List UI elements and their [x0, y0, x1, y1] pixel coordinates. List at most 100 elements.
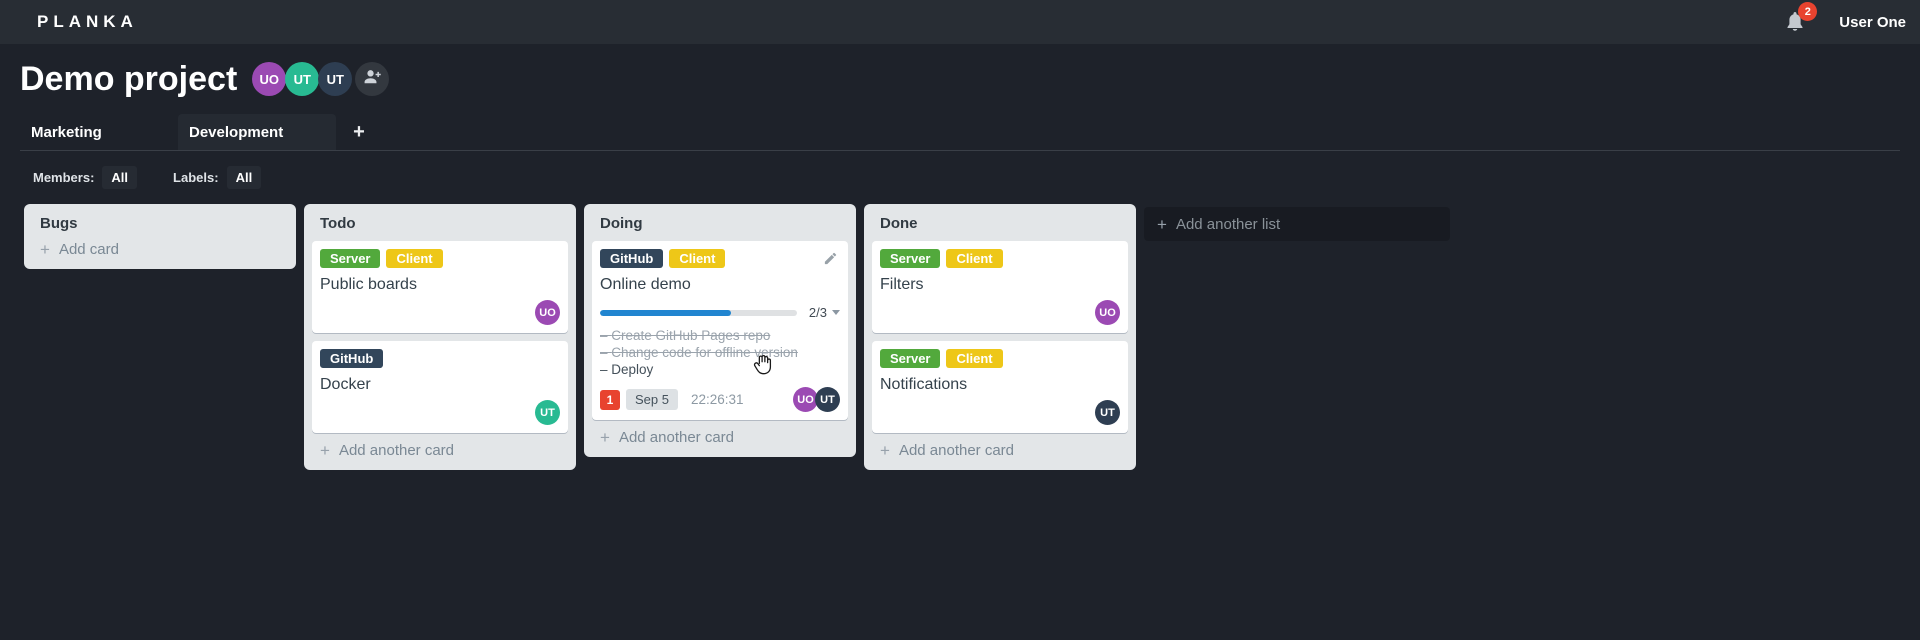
- list-todo: Todo Server Client Public boards UO GitH…: [304, 204, 576, 470]
- plus-icon: +: [40, 240, 50, 259]
- add-card-label: Add another card: [898, 442, 1015, 459]
- card-notification-badge: 1: [600, 389, 620, 410]
- card-footer: 1 Sep 5 22:26:31 UO UT: [600, 387, 840, 412]
- card-labels: Server Client: [880, 249, 1120, 268]
- label-chip: Server: [880, 349, 941, 368]
- labels-filter-label: Labels:: [173, 170, 219, 185]
- add-card-label: Add card: [58, 241, 119, 258]
- card-title: Docker: [320, 376, 371, 393]
- plus-icon: +: [600, 428, 610, 447]
- list-name[interactable]: Done: [872, 212, 1128, 232]
- card-member-avatar[interactable]: UT: [1095, 400, 1120, 425]
- timer-value[interactable]: 22:26:31: [691, 392, 744, 407]
- add-member-button[interactable]: [355, 62, 390, 96]
- card-docker[interactable]: GitHub Docker UT: [312, 341, 568, 433]
- project-member-avatar[interactable]: UT: [285, 62, 320, 96]
- card-member-avatar[interactable]: UO: [535, 300, 560, 325]
- progress-bar: [600, 309, 797, 316]
- label-chip: Server: [880, 249, 941, 268]
- card-public-boards[interactable]: Server Client Public boards UO: [312, 241, 568, 333]
- tab-marketing[interactable]: Marketing: [20, 114, 178, 150]
- card-filters[interactable]: Server Client Filters UO: [872, 241, 1128, 333]
- members-filter-value[interactable]: All: [102, 166, 138, 189]
- label-chip: Client: [386, 249, 443, 268]
- card-notifications[interactable]: Server Client Notifications UT: [872, 341, 1128, 433]
- card-members: UT: [880, 400, 1120, 425]
- list-name[interactable]: Doing: [592, 212, 848, 232]
- add-card-button[interactable]: + Add another card: [872, 433, 1128, 462]
- task-item: Deploy: [600, 361, 840, 378]
- list-doing: Doing GitHub Client Online demo 2/3 – Cr…: [584, 204, 856, 457]
- add-card-label: Add another card: [618, 429, 735, 446]
- card-title: Filters: [880, 276, 924, 293]
- add-card-button[interactable]: + Add another card: [312, 433, 568, 462]
- chevron-down-icon: [832, 310, 840, 315]
- project-header: Demo project UO UT UT: [0, 44, 1920, 114]
- card-labels: Server Client: [880, 349, 1120, 368]
- bell-icon: [1783, 12, 1807, 38]
- members-filter-label: Members:: [33, 170, 95, 185]
- card-title: Notifications: [880, 376, 968, 393]
- filter-bar: Members: All Labels: All: [33, 166, 262, 189]
- task-counter[interactable]: 2/3: [809, 305, 840, 320]
- label-chip: Client: [946, 349, 1003, 368]
- task-fraction: 2/3: [808, 305, 827, 320]
- card-title: Online demo: [600, 276, 691, 293]
- label-chip: Client: [669, 249, 726, 268]
- project-member-avatar[interactable]: UT: [318, 62, 353, 96]
- task-item: Change code for offline version: [600, 344, 840, 361]
- add-list-button[interactable]: + Add another list: [1144, 207, 1450, 241]
- task-list: Create GitHub Pages repo Change code for…: [600, 327, 840, 378]
- card-labels: Server Client: [320, 249, 560, 268]
- add-card-label: Add another card: [338, 442, 455, 459]
- labels-filter-value[interactable]: All: [226, 166, 262, 189]
- label-chip: Client: [946, 249, 1003, 268]
- top-bar: PLANKA 2 User One: [0, 0, 1920, 44]
- project-members: UO UT UT: [252, 62, 390, 96]
- card-labels: GitHub Client: [600, 249, 840, 268]
- list-done: Done Server Client Filters UO Server Cli…: [864, 204, 1136, 470]
- add-board-button[interactable]: +: [336, 114, 382, 150]
- project-title[interactable]: Demo project: [20, 60, 237, 99]
- card-members: UO: [320, 300, 560, 325]
- notification-count-badge[interactable]: 2: [1798, 2, 1818, 21]
- edit-card-button[interactable]: [823, 251, 838, 271]
- due-date-badge[interactable]: Sep 5: [626, 389, 678, 410]
- card-stack: Server Client Public boards UO GitHub Do…: [312, 241, 568, 433]
- notifications-button[interactable]: 2: [1783, 2, 1818, 34]
- card-member-avatar[interactable]: UT: [815, 387, 840, 412]
- task-item: Create GitHub Pages repo: [600, 327, 840, 344]
- add-list-label: Add another list: [1175, 215, 1281, 233]
- task-progress: 2/3: [600, 305, 840, 320]
- card-member-avatar[interactable]: UT: [535, 400, 560, 425]
- plus-icon: +: [1157, 214, 1167, 234]
- card-online-demo[interactable]: GitHub Client Online demo 2/3 – Create G…: [592, 241, 848, 420]
- person-add-icon: [363, 67, 382, 91]
- plus-icon: +: [320, 441, 330, 460]
- list-name[interactable]: Todo: [312, 212, 568, 232]
- progress-fill: [600, 309, 732, 316]
- kanban-board: Bugs + Add card Todo Server Client Publi…: [24, 204, 1450, 470]
- card-labels: GitHub: [320, 349, 560, 368]
- board-tabs: Marketing Development +: [20, 114, 1900, 151]
- card-members: UO UT: [793, 387, 840, 412]
- user-menu[interactable]: User One: [1839, 14, 1906, 31]
- card-title: Public boards: [320, 276, 417, 293]
- label-chip: GitHub: [320, 349, 384, 368]
- topbar-right: 2 User One: [1783, 2, 1920, 34]
- add-card-button[interactable]: + Add card: [32, 232, 288, 261]
- label-chip: GitHub: [600, 249, 664, 268]
- label-chip: Server: [320, 249, 381, 268]
- app-logo[interactable]: PLANKA: [37, 12, 138, 32]
- card-stack: GitHub Client Online demo 2/3 – Create G…: [592, 241, 848, 420]
- card-member-avatar[interactable]: UO: [1095, 300, 1120, 325]
- plus-icon: +: [880, 441, 890, 460]
- tab-development[interactable]: Development: [178, 114, 336, 150]
- list-name[interactable]: Bugs: [32, 212, 288, 232]
- card-members: UO: [880, 300, 1120, 325]
- card-members: UT: [320, 400, 560, 425]
- list-bugs: Bugs + Add card: [24, 204, 296, 269]
- card-stack: Server Client Filters UO Server Client N…: [872, 241, 1128, 433]
- add-card-button[interactable]: + Add another card: [592, 420, 848, 449]
- project-member-avatar[interactable]: UO: [252, 62, 287, 96]
